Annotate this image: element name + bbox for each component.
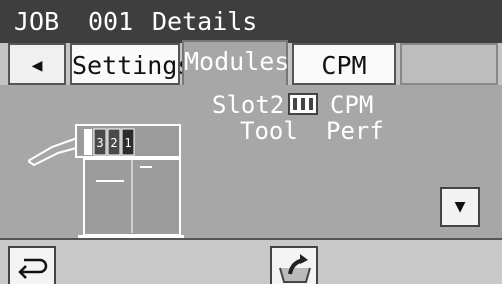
job-label: JOB <box>14 7 60 36</box>
down-triangle-icon: ▼ <box>454 196 466 217</box>
tab-settings[interactable]: Settings <box>70 43 192 85</box>
tab-row: ◀ Settings Modules CPM <box>0 40 502 88</box>
machine-illustration: 3 2 1 <box>28 124 184 246</box>
device-screen: JOB 001 Details ◀ Settings Modules CPM 3… <box>0 0 502 284</box>
tab-empty <box>400 43 498 85</box>
job-number: 001 <box>88 7 134 36</box>
tool-label: Tool <box>240 117 298 145</box>
export-arrow-icon <box>279 254 311 283</box>
back-tab-button[interactable]: ◀ <box>8 43 66 85</box>
slot-number: 3 <box>96 136 103 150</box>
slot-4 <box>84 129 92 155</box>
module-details-panel: 3 2 1 Slot2 CPM Tool Perf ▼ <box>0 85 502 246</box>
title-bar: JOB 001 Details <box>0 0 502 43</box>
slot-number: 1 <box>124 136 131 150</box>
screen-title: Details <box>152 7 258 36</box>
tab-cpm[interactable]: CPM <box>292 43 396 85</box>
export-button[interactable] <box>270 246 318 284</box>
slot-number: 2 <box>110 136 117 150</box>
output-tray <box>28 136 81 167</box>
scroll-down-button[interactable]: ▼ <box>440 187 480 227</box>
tool-value: Perf <box>326 117 384 145</box>
module-card-icon <box>288 93 318 115</box>
return-button[interactable] <box>8 246 56 284</box>
return-arrow-icon <box>18 258 48 279</box>
left-triangle-icon: ◀ <box>31 55 43 76</box>
slot-label: Slot2 <box>212 91 285 119</box>
tab-modules[interactable]: Modules <box>182 40 289 88</box>
bottom-bar <box>0 238 502 284</box>
slot-value: CPM <box>330 91 374 119</box>
